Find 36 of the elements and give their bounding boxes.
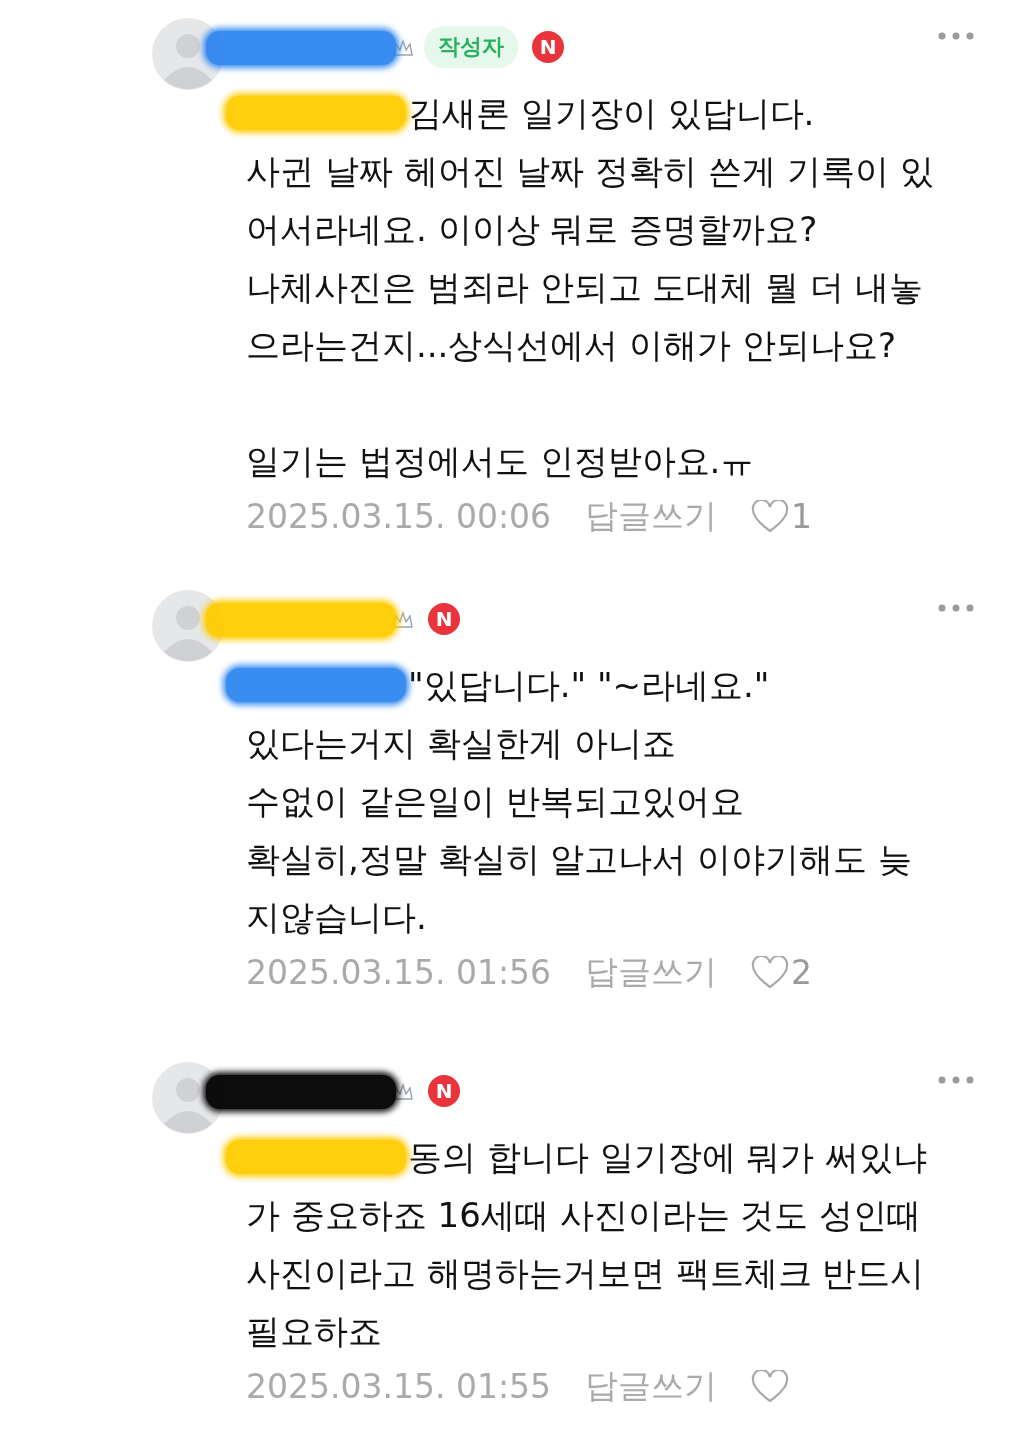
comment-text: 나체사진은 범죄라 안되고 도대체 뭘 더 내놓 <box>246 266 923 309</box>
comment-text: 필요하죠 <box>246 1310 382 1353</box>
comment-text: 있다는거지 확실한게 아니죠 <box>246 722 676 765</box>
comment-text: 동의 합니다 일기장에 뭐가 써있냐 <box>408 1136 928 1179</box>
comment-text: 지않습니다. <box>246 896 427 939</box>
heart-icon[interactable] <box>751 1369 790 1404</box>
comment-date: 2025.03.15. 01:56 <box>246 953 552 992</box>
like-count: 2 <box>791 953 813 992</box>
new-badge: N <box>532 31 564 63</box>
more-icon[interactable] <box>938 31 974 41</box>
heart-icon[interactable] <box>751 955 790 990</box>
comment-text: 일기는 법정에서도 인정받아요.ㅠ <box>246 440 755 483</box>
author-badge: 작성자 <box>424 26 518 68</box>
new-badge: N <box>428 1075 460 1107</box>
reply-link[interactable]: 답글쓰기 <box>585 950 718 995</box>
comment-text: 수없이 같은일이 반복되고있어요 <box>246 780 744 823</box>
comment-text: "있답니다." "~라네요." <box>408 664 770 707</box>
crown-icon <box>392 39 414 57</box>
comment-date: 2025.03.15. 00:06 <box>246 497 552 536</box>
crown-icon <box>392 611 414 629</box>
comment-text: 으라는건지...상식선에서 이해가 안되나요? <box>246 324 897 367</box>
like-count: 1 <box>791 497 813 536</box>
reply-link[interactable]: 답글쓰기 <box>585 1364 718 1409</box>
comment-text: 가 중요하죠 16세때 사진이라는 것도 성인때 <box>246 1194 922 1237</box>
more-icon[interactable] <box>938 603 974 613</box>
reply-link[interactable]: 답글쓰기 <box>585 494 718 539</box>
comment-text: 사귄 날짜 헤어진 날짜 정확히 쓴게 기록이 있 <box>246 150 934 193</box>
new-badge: N <box>428 603 460 635</box>
comment-text: 확실히,정말 확실히 알고나서 이야기해도 늦 <box>246 838 913 881</box>
comment-text: 어서라네요. 이이상 뭐로 증명할까요? <box>246 208 818 251</box>
comment-text: 사진이라고 해명하는거보면 팩트체크 반드시 <box>246 1252 925 1295</box>
comment-text: 김새론 일기장이 있답니다. <box>408 92 815 135</box>
heart-icon[interactable] <box>751 499 790 534</box>
more-icon[interactable] <box>938 1075 974 1085</box>
crown-icon <box>392 1083 414 1101</box>
comment-date: 2025.03.15. 01:55 <box>246 1367 552 1406</box>
